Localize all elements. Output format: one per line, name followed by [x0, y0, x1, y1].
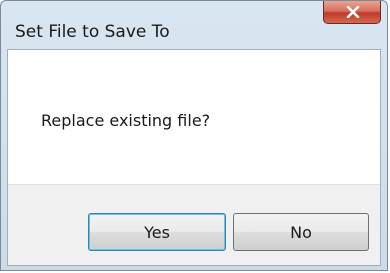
button-row: Yes No: [8, 184, 380, 265]
dialog-body: Replace existing file? Yes No: [7, 49, 381, 266]
no-button[interactable]: No: [233, 213, 369, 251]
dialog-window: Set File to Save To Replace existing fil…: [0, 0, 388, 271]
message-area: Replace existing file?: [8, 50, 380, 184]
title-bar[interactable]: Set File to Save To: [1, 1, 387, 49]
dialog-message: Replace existing file?: [41, 111, 211, 130]
close-x-icon: [346, 6, 360, 18]
yes-button[interactable]: Yes: [88, 213, 226, 251]
window-title: Set File to Save To: [15, 22, 170, 42]
close-button[interactable]: [323, 1, 381, 24]
